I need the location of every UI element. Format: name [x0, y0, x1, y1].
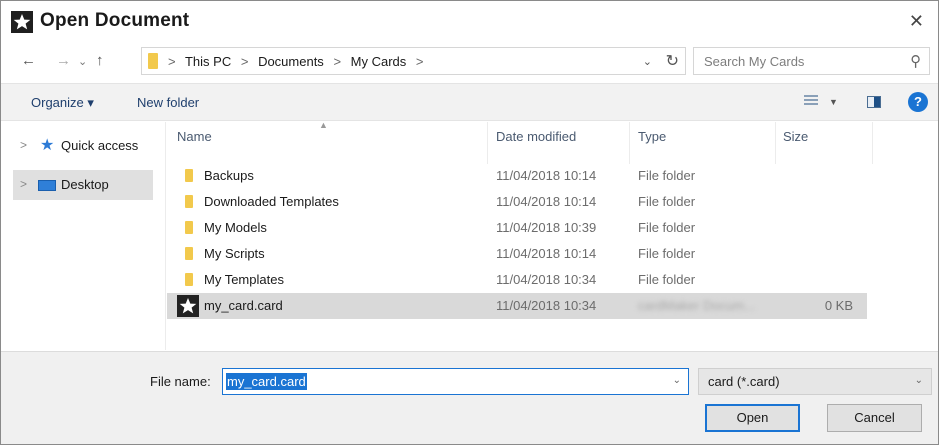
file-name-field[interactable]: my_card.card ⌄	[222, 368, 689, 395]
navigation-pane: > ★ Quick access > Desktop	[1, 122, 166, 350]
help-icon[interactable]: ?	[908, 92, 928, 112]
table-row[interactable]: Downloaded Templates 11/04/2018 10:14 Fi…	[167, 189, 867, 215]
close-icon[interactable]: ✕	[909, 11, 924, 32]
file-name: Downloaded Templates	[204, 194, 339, 209]
column-divider[interactable]	[487, 122, 488, 164]
open-document-dialog: Open Document ✕ ← → ⌄ ↑ > This PC > Docu…	[0, 0, 939, 445]
file-type: File folder	[638, 272, 696, 287]
card-file-star-icon	[177, 295, 199, 317]
file-date: 11/04/2018 10:34	[496, 272, 597, 287]
file-list: Name ▲ Date modified Type Size Backups 1…	[167, 120, 938, 350]
search-icon: ⚲	[910, 53, 921, 70]
folder-icon	[185, 169, 193, 182]
file-type: File folder	[638, 246, 696, 261]
search-input[interactable]: Search My Cards ⚲	[693, 47, 930, 75]
view-options-icon[interactable]	[804, 95, 818, 108]
file-name-value[interactable]: my_card.card	[226, 373, 307, 390]
command-bar: Organize ▾ New folder ▼ ?	[1, 83, 938, 121]
breadcrumb: > This PC > Documents > My Cards >	[168, 54, 430, 69]
table-row[interactable]: My Templates 11/04/2018 10:34 File folde…	[167, 267, 867, 293]
folder-icon	[185, 247, 193, 260]
file-name: my_card.card	[204, 298, 283, 313]
title-bar: Open Document ✕	[1, 1, 938, 41]
column-header-type[interactable]: Type	[638, 129, 666, 144]
breadcrumb-this-pc[interactable]: This PC	[185, 54, 231, 69]
search-placeholder: Search My Cards	[704, 54, 805, 69]
file-size: 0 KB	[824, 298, 853, 313]
column-divider[interactable]	[872, 122, 873, 164]
expand-chevron-icon[interactable]: >	[20, 177, 27, 191]
dialog-title: Open Document	[40, 10, 190, 31]
column-divider[interactable]	[775, 122, 776, 164]
sidebar-item-desktop[interactable]: > Desktop	[13, 170, 153, 200]
file-date: 11/04/2018 10:39	[496, 220, 597, 235]
cancel-button[interactable]: Cancel	[827, 404, 922, 432]
sort-ascending-icon: ▲	[319, 120, 328, 130]
dialog-footer: File name: my_card.card ⌄ card (*.card) …	[1, 351, 938, 444]
file-date: 11/04/2018 10:14	[496, 246, 597, 261]
desktop-icon	[38, 180, 56, 191]
file-type: cardMaker Docum...	[638, 298, 756, 313]
folder-icon	[148, 53, 158, 69]
file-name: My Scripts	[204, 246, 265, 261]
table-row-selected[interactable]: my_card.card 11/04/2018 10:34 cardMaker …	[167, 293, 867, 319]
file-name-dropdown-chevron-icon[interactable]: ⌄	[673, 375, 681, 386]
star-icon: ★	[40, 137, 55, 154]
column-header-size[interactable]: Size	[783, 129, 808, 144]
file-name: My Templates	[204, 272, 284, 287]
folder-icon	[185, 195, 193, 208]
sidebar-item-label: Quick access	[61, 138, 139, 153]
breadcrumb-separator: >	[240, 54, 249, 69]
sidebar-item-quick-access[interactable]: > ★ Quick access	[13, 131, 153, 161]
table-row[interactable]: Backups 11/04/2018 10:14 File folder	[167, 163, 867, 189]
open-button[interactable]: Open	[705, 404, 800, 432]
new-folder-button[interactable]: New folder	[137, 95, 199, 110]
file-name: Backups	[204, 168, 254, 183]
file-type-filter-value: card (*.card)	[708, 374, 780, 389]
view-options-chevron-icon[interactable]: ▼	[829, 97, 838, 107]
sidebar-item-label: Desktop	[61, 177, 109, 192]
expand-chevron-icon[interactable]: >	[20, 138, 27, 152]
file-name-label: File name:	[150, 374, 211, 389]
file-date: 11/04/2018 10:14	[496, 168, 597, 183]
address-dropdown-chevron-icon[interactable]: ⌄	[643, 55, 652, 68]
breadcrumb-separator: >	[333, 54, 342, 69]
forward-arrow-icon[interactable]: →	[56, 52, 71, 69]
recent-locations-chevron-icon[interactable]: ⌄	[78, 55, 87, 68]
file-date: 11/04/2018 10:34	[496, 298, 597, 313]
file-type: File folder	[638, 220, 696, 235]
up-arrow-icon[interactable]: ↑	[96, 52, 104, 69]
organize-menu-button[interactable]: Organize ▾	[31, 95, 94, 111]
folder-icon	[185, 273, 193, 286]
table-row[interactable]: My Models 11/04/2018 10:39 File folder	[167, 215, 867, 241]
column-header-date[interactable]: Date modified	[496, 129, 576, 144]
table-row[interactable]: My Scripts 11/04/2018 10:14 File folder	[167, 241, 867, 267]
file-name: My Models	[204, 220, 267, 235]
address-bar[interactable]: > This PC > Documents > My Cards > ⌄ ↻	[141, 47, 686, 75]
star-icon	[11, 11, 33, 33]
column-divider[interactable]	[629, 122, 630, 164]
back-arrow-icon[interactable]: ←	[21, 52, 36, 69]
breadcrumb-separator: >	[168, 54, 176, 69]
file-type-filter-select[interactable]: card (*.card) ⌄	[698, 368, 932, 395]
refresh-icon[interactable]: ↻	[666, 51, 679, 71]
navigation-row: ← → ⌄ ↑ > This PC > Documents > My Cards…	[1, 43, 938, 79]
column-header-name[interactable]: Name	[177, 129, 212, 144]
breadcrumb-my-cards[interactable]: My Cards	[351, 54, 407, 69]
preview-pane-icon[interactable]	[867, 96, 881, 108]
file-type: File folder	[638, 168, 696, 183]
folder-icon	[185, 221, 193, 234]
breadcrumb-separator[interactable]: >	[416, 54, 424, 69]
file-type: File folder	[638, 194, 696, 209]
breadcrumb-documents[interactable]: Documents	[258, 54, 324, 69]
file-date: 11/04/2018 10:14	[496, 194, 597, 209]
chevron-down-icon: ⌄	[914, 375, 923, 386]
